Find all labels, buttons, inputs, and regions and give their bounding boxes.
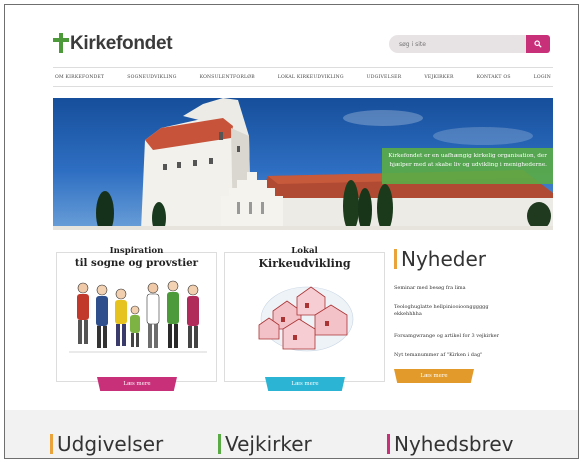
nav-item-lokal-kirkeudvikling[interactable]: Lokal kirkeudvikling [278, 75, 344, 80]
search-input[interactable] [389, 35, 526, 53]
logo[interactable]: Kirkefondet [53, 33, 173, 54]
nav-item-udgivelser[interactable]: Udgivelser [367, 75, 402, 80]
nav-item-vejkirker[interactable]: Vejkirker [424, 75, 453, 80]
card-inspiration-read-more-button[interactable]: Læs mere [97, 377, 177, 391]
card-title-line1: Inspiration [109, 246, 164, 256]
news-section: Nyheder Seminar med besøg fra lima Teolo… [394, 249, 554, 383]
news-heading: Nyheder [394, 249, 554, 269]
nav-item-om-kirkefondet[interactable]: Om Kirkefondet [55, 75, 104, 80]
search-icon [534, 40, 542, 48]
card-lokal-read-more-button[interactable]: Læs mere [265, 377, 345, 391]
nav-item-kontakt-os[interactable]: Kontakt os [477, 75, 511, 80]
village-illustration [258, 286, 354, 352]
news-item[interactable]: Seminar med besøg fra lima [394, 285, 466, 292]
nav-item-konsulentforlob[interactable]: Konsulentforløb [200, 75, 255, 80]
card-inspiration[interactable]: Inspiration til sogne og provstier Læs m… [56, 246, 217, 391]
search-button[interactable] [526, 35, 550, 53]
footer-vejkirker-heading[interactable]: Vejkirker [218, 434, 312, 454]
nav-item-login[interactable]: Login [534, 75, 551, 80]
cross-icon [53, 33, 69, 53]
hero-caption: Kirkefondet er en uafhængig kirkelig org… [382, 148, 553, 184]
card-title-line1: Lokal [291, 246, 318, 256]
nav-item-sogneudvikling[interactable]: Sogneudvikling [127, 75, 176, 80]
footer-nyhedsbrev-heading[interactable]: Nyhedsbrev [387, 434, 514, 454]
people-illustration [69, 280, 207, 353]
card-title-line2: Kirkeudvikling [258, 257, 351, 270]
footer-band: Udgivelser Vejkirker Nyhedsbrev [5, 410, 578, 458]
card-title-line2: til sogne og provstier [74, 257, 199, 269]
news-read-more-button[interactable]: Læs mere [394, 369, 474, 383]
logo-text: Kirkefondet [70, 33, 173, 54]
news-item[interactable]: Nyt temanummer af "Kirken i dag" [394, 352, 482, 359]
search-bar [389, 35, 550, 53]
card-lokal-kirkeudvikling[interactable]: Lokal Kirkeudvikling Læs mere [224, 246, 385, 391]
footer-udgivelser-heading[interactable]: Udgivelser [50, 434, 163, 454]
news-item[interactable]: Forsamgwrange og artikel for 3 vejkirker [394, 333, 499, 340]
hero-banner: Kirkefondet er en uafhængig kirkelig org… [53, 98, 553, 230]
news-item[interactable]: Teologhuglatte hellpiniooioongggggg ekke… [394, 304, 502, 318]
main-nav: Om Kirkefondet Sogneudvikling Konsulentf… [53, 67, 553, 87]
browser-page: Kirkefondet Om Kirkefondet Sogneudviklin… [4, 4, 579, 459]
